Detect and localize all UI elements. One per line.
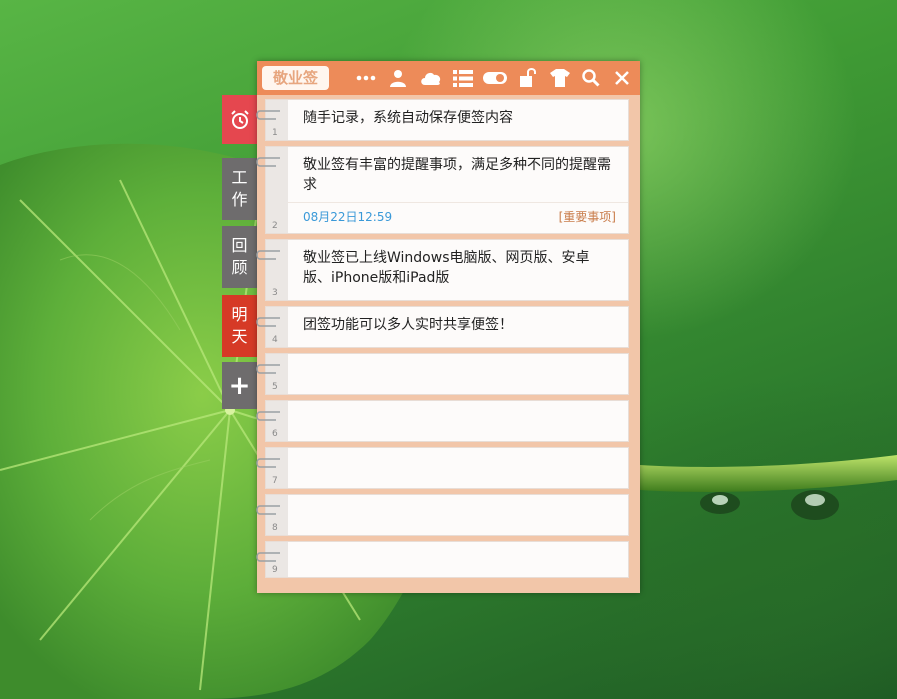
notes-list: 1 随手记录，系统自动保存便签内容 2 敬业签有丰富的提醒事项，满足多种不同的提…: [256, 99, 629, 578]
more-icon[interactable]: [354, 66, 378, 90]
note-item[interactable]: 4 团签功能可以多人实时共享便签！: [256, 306, 629, 348]
note-number: 9: [272, 565, 278, 575]
note-item[interactable]: 8: [256, 494, 629, 536]
note-number: 2: [272, 221, 278, 231]
note-tag[interactable]: [重要事项]: [559, 208, 616, 225]
search-icon[interactable]: [579, 66, 603, 90]
note-item[interactable]: 7: [256, 447, 629, 489]
note-item[interactable]: 6: [256, 400, 629, 442]
skin-icon[interactable]: [548, 66, 572, 90]
reminder-date[interactable]: 08月22日12:59: [303, 208, 392, 225]
toggle-icon[interactable]: [483, 66, 507, 90]
note-number: 8: [272, 523, 278, 533]
paperclip-icon: [256, 458, 280, 468]
tab-tomorrow[interactable]: 明 天: [222, 295, 257, 357]
note-item[interactable]: 3 敬业签已上线Windows电脑版、网页版、安卓版、iPhone版和iPad版: [256, 239, 629, 301]
paperclip-icon: [256, 552, 280, 562]
note-text: 随手记录，系统自动保存便签内容: [303, 110, 513, 126]
alarm-clock-icon: [230, 109, 249, 129]
sticky-notes-window: 敬业签 1 随手记录，系统自动保存便签内容 2 敬业签有丰富的提醒事项，满足多种…: [256, 61, 640, 593]
note-number: 3: [272, 288, 278, 298]
paperclip-icon: [256, 250, 280, 260]
tab-alarm[interactable]: [222, 95, 257, 144]
title-bar[interactable]: 敬业签: [257, 61, 640, 95]
note-text: 敬业签有丰富的提醒事项，满足多种不同的提醒需求: [303, 157, 611, 193]
close-icon[interactable]: [610, 66, 634, 90]
note-number: 1: [272, 128, 278, 138]
note-text: 敬业签已上线Windows电脑版、网页版、安卓版、iPhone版和iPad版: [303, 250, 590, 286]
plus-icon: +: [228, 370, 251, 401]
cloud-icon[interactable]: [419, 66, 443, 90]
app-title: 敬业签: [262, 66, 329, 90]
note-number: 4: [272, 335, 278, 345]
divider: [288, 202, 628, 203]
note-item[interactable]: 1 随手记录，系统自动保存便签内容: [256, 99, 629, 141]
tab-review[interactable]: 回 顾: [222, 226, 257, 288]
paperclip-icon: [256, 110, 280, 120]
paperclip-icon: [256, 411, 280, 421]
list-icon[interactable]: [451, 66, 475, 90]
note-item[interactable]: 5: [256, 353, 629, 395]
paperclip-icon: [256, 157, 280, 167]
paperclip-icon: [256, 317, 280, 327]
user-icon[interactable]: [386, 66, 410, 90]
add-category-button[interactable]: +: [222, 362, 257, 409]
note-item[interactable]: 2 敬业签有丰富的提醒事项，满足多种不同的提醒需求 08月22日12:59 [重…: [256, 146, 629, 234]
note-number: 6: [272, 429, 278, 439]
unlock-icon[interactable]: [516, 66, 540, 90]
note-text: 团签功能可以多人实时共享便签！: [303, 317, 513, 333]
note-number: 7: [272, 476, 278, 486]
paperclip-icon: [256, 505, 280, 515]
paperclip-icon: [256, 364, 280, 374]
note-item[interactable]: 9: [256, 541, 629, 578]
tab-work[interactable]: 工 作: [222, 158, 257, 220]
note-number: 5: [272, 382, 278, 392]
